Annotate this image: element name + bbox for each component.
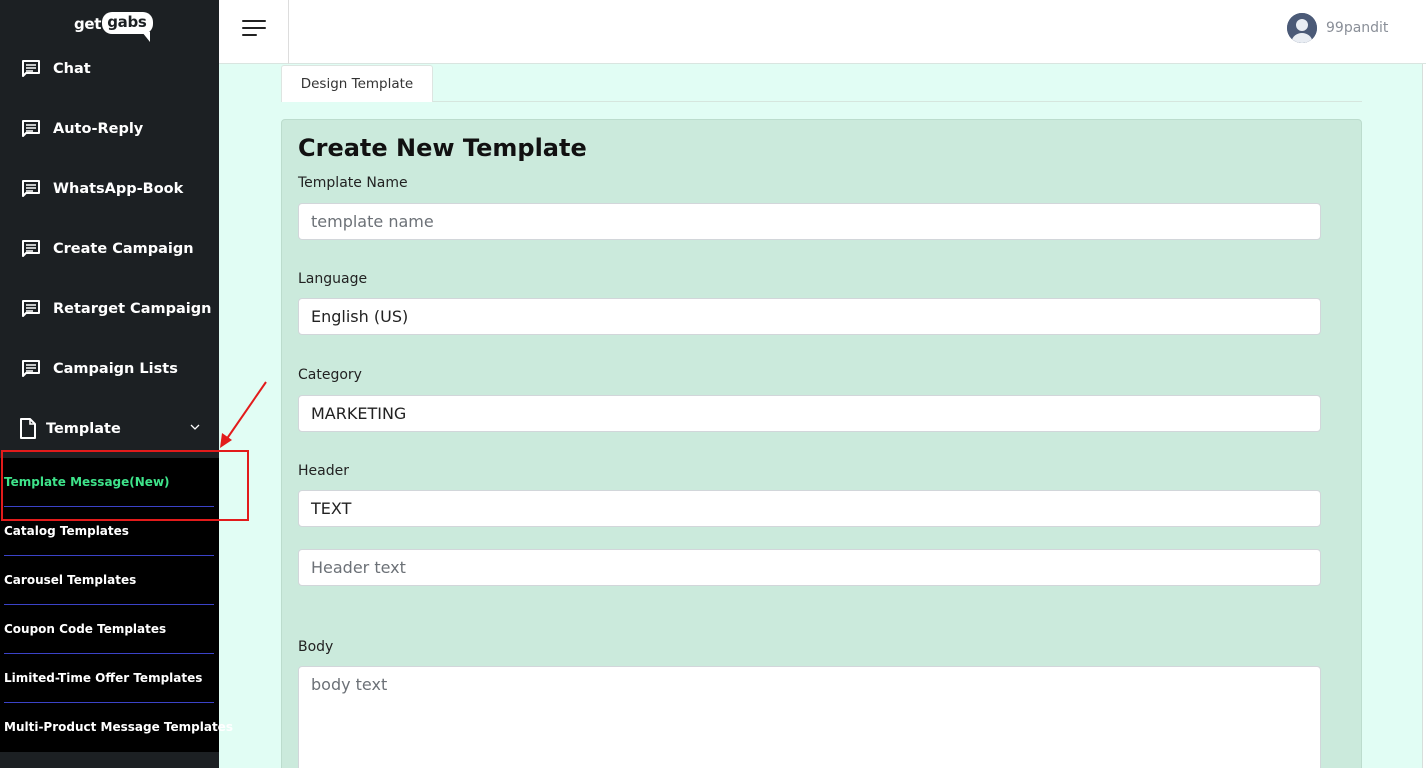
user-avatar[interactable]: [1287, 13, 1317, 43]
submenu-item-label: Template Message(New): [4, 475, 170, 489]
message-icon: [22, 360, 40, 377]
sidebar-item-auto-reply[interactable]: Auto-Reply: [0, 109, 219, 149]
sidebar: get gabs Chat Auto-Reply WhatsApp-Book C…: [0, 0, 233, 768]
file-icon: [20, 418, 36, 439]
header-text-input[interactable]: Header text: [298, 549, 1321, 586]
hamburger-menu-icon[interactable]: [242, 20, 266, 38]
header-type-select[interactable]: TEXT: [298, 490, 1321, 527]
language-select[interactable]: English (US): [298, 298, 1321, 335]
brand-logo-part2: gabs: [102, 12, 153, 42]
scrollbar[interactable]: [1422, 64, 1426, 768]
tab-bar-line: [281, 101, 1362, 102]
sidebar-item-campaign-lists[interactable]: Campaign Lists: [0, 349, 219, 389]
body-textarea[interactable]: body text: [298, 666, 1321, 768]
submenu-item-template-message-new[interactable]: Template Message(New): [0, 458, 219, 507]
message-icon: [22, 240, 40, 257]
submenu-item-label: Multi-Product Message Templates: [4, 720, 233, 734]
submenu-item-label: Catalog Templates: [4, 524, 129, 538]
tab-design-template[interactable]: Design Template: [281, 65, 433, 102]
sidebar-item-label: Template: [46, 421, 121, 437]
user-avatar-icon: [1287, 13, 1317, 43]
sidebar-item-create-campaign[interactable]: Create Campaign: [0, 229, 219, 269]
template-name-label: Template Name: [298, 175, 408, 191]
username[interactable]: 99pandit: [1326, 20, 1388, 36]
sidebar-item-retarget-campaign[interactable]: Retarget Campaign: [0, 289, 219, 329]
submenu-item-multi-product-message-templates[interactable]: Multi-Product Message Templates: [0, 703, 233, 752]
brand-logo[interactable]: get gabs: [74, 12, 153, 42]
template-name-input[interactable]: template name: [298, 203, 1321, 240]
submenu-item-catalog-templates[interactable]: Catalog Templates: [0, 507, 219, 556]
submenu-item-label: Limited-Time Offer Templates: [4, 671, 203, 685]
category-select[interactable]: MARKETING: [298, 395, 1321, 432]
message-icon: [22, 300, 40, 317]
message-icon: [22, 60, 40, 77]
sidebar-item-chat[interactable]: Chat: [0, 49, 219, 89]
topbar: 99pandit: [219, 0, 1426, 64]
submenu-item-label: Coupon Code Templates: [4, 622, 167, 636]
category-label: Category: [298, 367, 362, 383]
sidebar-item-template[interactable]: Template: [0, 409, 219, 449]
message-icon: [22, 120, 40, 137]
sidebar-item-label: Auto-Reply: [53, 121, 144, 137]
message-icon: [22, 180, 40, 197]
sidebar-item-whatsapp-book[interactable]: WhatsApp-Book: [0, 169, 219, 209]
chevron-down-icon: [190, 424, 200, 430]
language-label: Language: [298, 271, 368, 287]
sidebar-item-label: Retarget Campaign: [53, 301, 212, 317]
sidebar-item-label: Create Campaign: [53, 241, 194, 257]
sidebar-item-label: Chat: [53, 61, 91, 77]
sidebar-item-label: Campaign Lists: [53, 361, 178, 377]
create-template-card: Create New Template Template Name templa…: [281, 119, 1362, 768]
submenu-item-coupon-code-templates[interactable]: Coupon Code Templates: [0, 605, 219, 654]
submenu-item-limited-time-offer-templates[interactable]: Limited-Time Offer Templates: [0, 654, 219, 703]
topbar-divider: [288, 0, 289, 64]
submenu-item-carousel-templates[interactable]: Carousel Templates: [0, 556, 219, 605]
body-label: Body: [298, 639, 334, 655]
submenu-item-label: Carousel Templates: [4, 573, 137, 587]
sidebar-item-label: WhatsApp-Book: [53, 181, 184, 197]
page-title: Create New Template: [298, 134, 587, 162]
brand-logo-part1: get: [74, 15, 102, 33]
template-submenu: Template Message(New) Catalog Templates …: [0, 458, 233, 752]
annotation-arrow-icon: [220, 381, 267, 448]
header-label: Header: [298, 463, 349, 479]
